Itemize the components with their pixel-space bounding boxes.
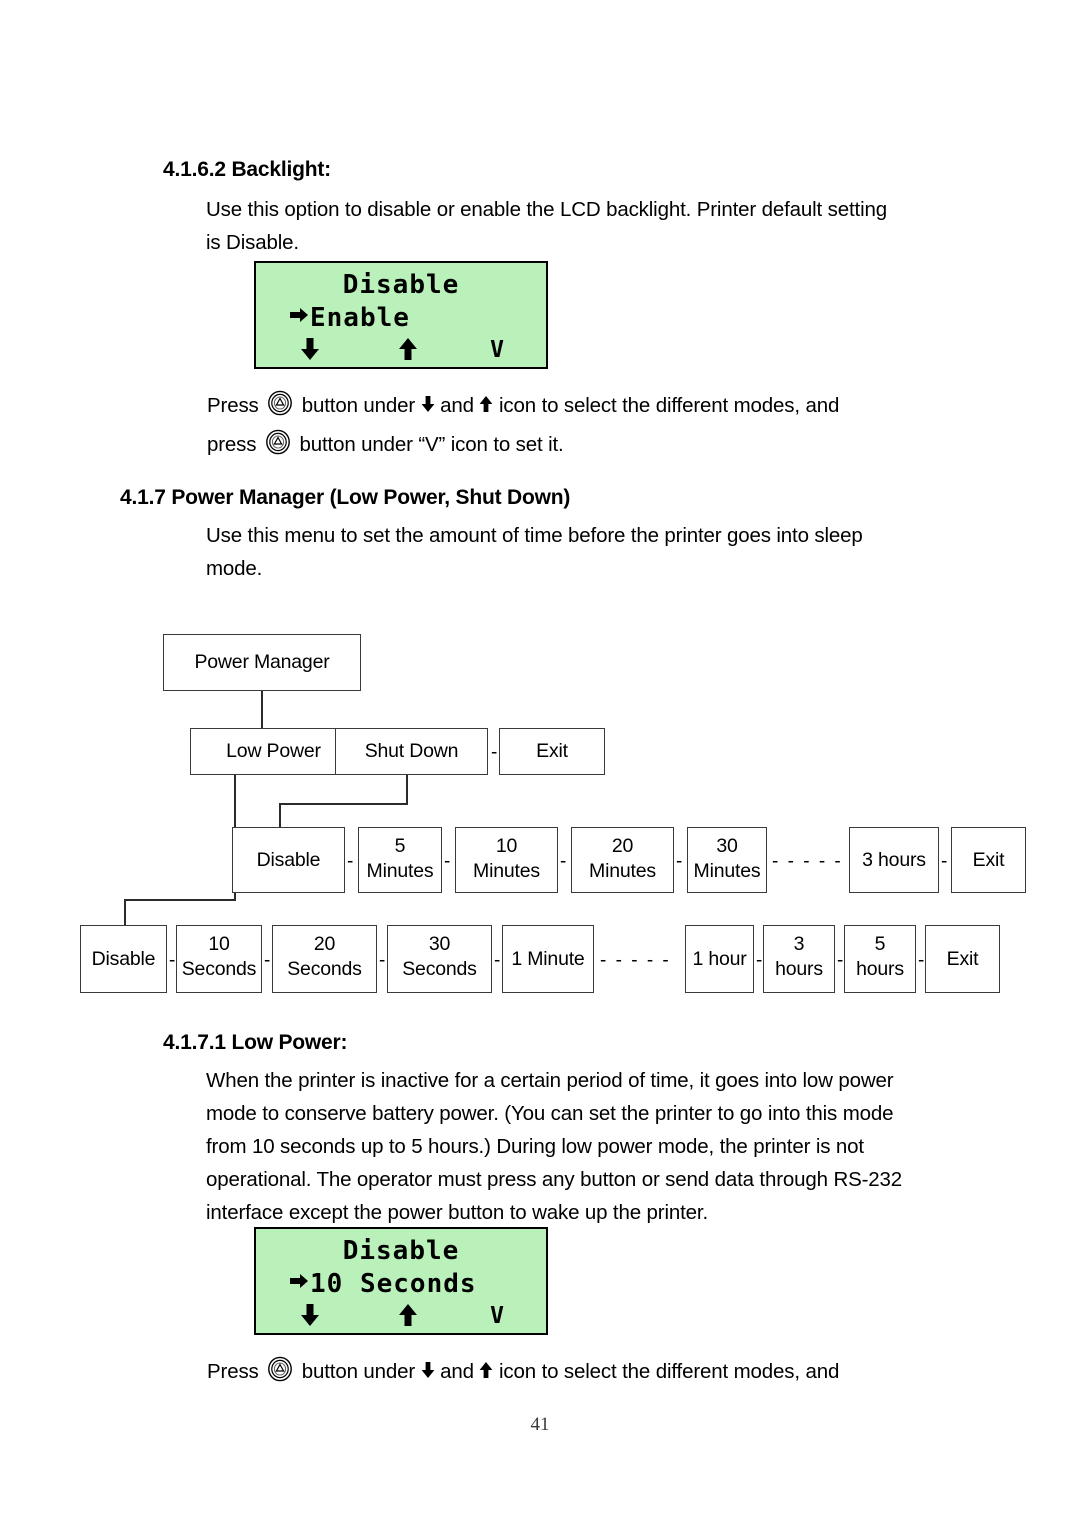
flow-node-root: Power Manager — [163, 634, 361, 691]
flow-node-sublabel: hours — [856, 958, 904, 980]
document-page: 4.1.6.2 Backlight: Use this option to di… — [0, 0, 1080, 1527]
flow-separator: - — [756, 950, 763, 971]
press-instruction-low-power: Press button under and icon to select th… — [207, 1355, 839, 1392]
flow-node-label: 5 — [874, 933, 886, 955]
printer-button-icon — [267, 1356, 293, 1392]
flow-node-label: 3 — [793, 933, 805, 955]
flow-node-label: 1 hour — [692, 947, 747, 970]
flow-separator: - — [560, 851, 567, 872]
paragraph-line: mode to conserve battery power. (You can… — [206, 1102, 894, 1125]
connector-shutdown-horizontal — [279, 803, 408, 805]
flow-ellipsis: - - - - - — [772, 851, 843, 872]
flow-node-label: 20 — [313, 933, 336, 955]
press-instruction-line-1: Press button under and icon to select th… — [207, 1355, 839, 1392]
flow-separator: - — [491, 742, 498, 763]
connector-lowpower-into-disable — [124, 899, 126, 927]
flow-node-label: Disable — [256, 848, 321, 871]
up-arrow-icon — [479, 1356, 493, 1389]
press-text-2: button under — [301, 1360, 416, 1383]
flow-node-lowpower-option: 20 Seconds — [272, 925, 377, 993]
flow-separator: - — [941, 851, 948, 872]
flow-node-sublabel: Minutes — [473, 860, 540, 882]
lcd-line-1: Disable — [342, 1236, 460, 1266]
flow-node-shut-down: Shut Down — [335, 728, 488, 775]
flow-ellipsis: - - - - - — [600, 950, 671, 971]
flow-node-shutdown-option: 5 Minutes — [358, 827, 442, 893]
press-label: Press — [207, 1360, 259, 1383]
down-arrow-icon — [421, 1356, 435, 1389]
flow-node-label: Power Manager — [194, 651, 330, 673]
flow-node-sublabel: Minutes — [693, 860, 761, 882]
paragraph-line: from 10 seconds up to 5 hours.) During l… — [206, 1135, 864, 1158]
flow-node-lowpower-option: 30 Seconds — [387, 925, 492, 993]
connector-root-to-lowpower — [261, 691, 263, 728]
flow-node-shutdown-option: 30 Minutes — [687, 827, 767, 893]
flow-separator: - — [837, 950, 844, 971]
flow-separator: - — [918, 950, 925, 971]
flow-node-label: Exit — [536, 740, 568, 762]
flow-node-label: 30 — [428, 933, 451, 955]
flow-node-sublabel: Minutes — [366, 860, 434, 882]
flow-separator: - — [494, 950, 501, 971]
lcd-line-2-text: 10 Seconds — [310, 1269, 477, 1299]
heading-low-power: 4.1.7.1 Low Power: — [163, 1031, 348, 1054]
flow-node-label: 3 hours — [862, 848, 926, 871]
softkey-down-arrow-icon — [256, 1303, 364, 1333]
flow-node-lowpower-option: 1 hour — [685, 925, 754, 993]
paragraph-line: interface except the power button to wak… — [206, 1201, 708, 1224]
flow-separator: - — [444, 851, 451, 872]
connector-shutdown-into-disable — [279, 803, 281, 830]
connector-shutdown-down — [406, 775, 408, 804]
flow-node-label: Low Power — [226, 740, 321, 762]
flow-node-lowpower-option: 10 Seconds — [176, 925, 262, 993]
press-text-4: icon to select the different modes, and — [499, 1360, 840, 1383]
flow-node-low-power: Low Power — [190, 728, 357, 775]
paragraph-line: operational. The operator must press any… — [206, 1168, 903, 1191]
flow-separator: - — [676, 851, 683, 872]
flow-node-label: 5 — [394, 835, 406, 857]
flow-node-lowpower-option: 5 hours — [844, 925, 916, 993]
flow-node-label: 10 — [495, 835, 518, 857]
lcd-line-2: 10 Seconds — [288, 1269, 477, 1299]
flow-node-label: 1 Minute — [511, 947, 585, 970]
flow-separator: - — [169, 950, 176, 971]
flow-node-lowpower-option: Exit — [925, 925, 1000, 993]
flow-node-label: 20 — [611, 835, 634, 857]
flow-node-shutdown-option: 20 Minutes — [571, 827, 674, 893]
softkey-enter-label: V — [490, 1303, 504, 1329]
flow-node-shutdown-option: 3 hours — [849, 827, 939, 893]
paragraph-low-power: When the printer is inactive for a certa… — [206, 1064, 902, 1229]
flow-node-label: Exit — [972, 848, 1005, 871]
flow-node-shutdown-option: Disable — [232, 827, 345, 893]
flow-node-label: Exit — [946, 947, 979, 970]
right-arrow-icon — [288, 1269, 310, 1299]
flow-node-sublabel: Seconds — [402, 958, 477, 980]
flow-node-sublabel: Minutes — [589, 860, 656, 882]
flow-node-lowpower-option: 3 hours — [763, 925, 835, 993]
flow-node-sublabel: hours — [775, 958, 823, 980]
flow-node-label: 10 — [208, 933, 230, 955]
lcd-softkey-row: V — [256, 1303, 546, 1333]
flow-separator: - — [264, 950, 271, 971]
flow-node-label: Shut Down — [364, 740, 459, 762]
flow-node-shutdown-option: 10 Minutes — [455, 827, 558, 893]
softkey-up-arrow-icon — [364, 1303, 452, 1333]
flow-node-exit: Exit — [499, 728, 605, 775]
flow-separator: - — [379, 950, 386, 971]
flow-node-sublabel: Seconds — [181, 958, 257, 980]
flow-node-label: 30 — [716, 835, 738, 857]
flow-node-shutdown-option: Exit — [951, 827, 1026, 893]
connector-lowpower-horizontal — [124, 899, 236, 901]
flow-node-sublabel: Seconds — [287, 958, 362, 980]
flow-node-lowpower-option: 1 Minute — [502, 925, 594, 993]
page-number: 41 — [530, 1414, 550, 1435]
flow-node-lowpower-option: Disable — [80, 925, 167, 993]
flow-node-label: Disable — [91, 947, 156, 970]
press-text-3: and — [440, 1360, 474, 1383]
flow-separator: - — [347, 851, 354, 872]
lcd-panel-low-power: Disable 10 Seconds V — [254, 1227, 548, 1335]
paragraph-line: When the printer is inactive for a certa… — [206, 1069, 894, 1092]
